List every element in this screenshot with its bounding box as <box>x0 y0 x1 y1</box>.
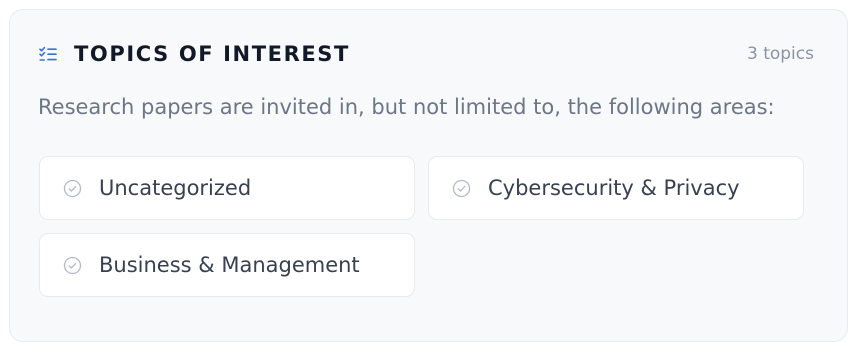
topic-label: Business & Management <box>99 253 360 277</box>
checklist-icon <box>38 44 58 64</box>
topic-count: 3 topics <box>746 44 814 64</box>
check-circle-icon <box>63 256 82 275</box>
topic-item-cybersecurity-privacy[interactable]: Cybersecurity & Privacy <box>428 156 804 220</box>
section-header: TOPICS OF INTEREST 3 topics <box>38 40 814 68</box>
topic-item-business-management[interactable]: Business & Management <box>39 233 415 297</box>
section-title: TOPICS OF INTEREST <box>74 42 350 66</box>
topic-item-uncategorized[interactable]: Uncategorized <box>39 156 415 220</box>
topic-label: Uncategorized <box>99 176 252 200</box>
check-circle-icon <box>452 179 471 198</box>
check-circle-icon <box>63 179 82 198</box>
topic-label: Cybersecurity & Privacy <box>488 176 740 200</box>
section-description: Research papers are invited in, but not … <box>38 95 775 119</box>
